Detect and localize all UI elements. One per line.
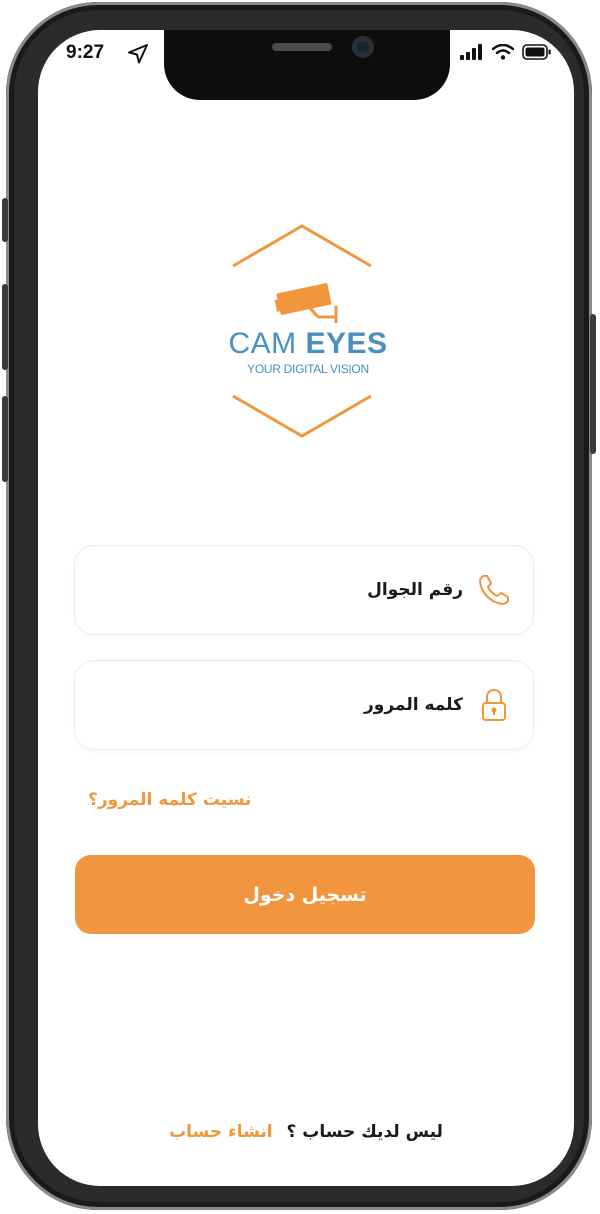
power-button xyxy=(590,314,596,454)
screen: 9:27 CAM EYES YOUR DIGITAL VISION رقم ال… xyxy=(38,30,574,1186)
create-account-link[interactable]: انشاء حساب xyxy=(169,1122,273,1142)
wifi-icon xyxy=(492,44,514,60)
phone-frame: 9:27 CAM EYES YOUR DIGITAL VISION رقم ال… xyxy=(2,2,596,1210)
logo-brand-light: CAM xyxy=(228,327,297,360)
logo-brand: CAM EYES xyxy=(188,328,428,360)
phone-label: رقم الجوال xyxy=(367,580,463,600)
cam-eyes-logo: CAM EYES YOUR DIGITAL VISION xyxy=(188,220,428,450)
forgot-password-link[interactable]: نسيت كلمه المرور؟ xyxy=(88,790,251,810)
volume-up-button xyxy=(2,284,8,370)
logo-brand-bold: EYES xyxy=(305,327,388,360)
speaker-grill xyxy=(272,43,332,51)
signup-question: ليس لديك حساب ؟ xyxy=(286,1122,443,1142)
battery-icon xyxy=(522,44,551,60)
notch xyxy=(164,30,450,100)
mute-switch xyxy=(2,198,8,242)
status-icons xyxy=(460,44,552,60)
logo-tagline: YOUR DIGITAL VISION xyxy=(247,362,369,376)
status-time: 9:27 xyxy=(66,42,105,63)
lock-icon xyxy=(482,688,506,721)
volume-down-button xyxy=(2,396,8,482)
password-label: كلمه المرور xyxy=(364,695,463,715)
phone-icon xyxy=(479,575,509,605)
phone-field[interactable]: رقم الجوال xyxy=(74,545,534,635)
password-field[interactable]: كلمه المرور xyxy=(74,660,534,750)
security-camera-icon xyxy=(274,283,338,323)
front-camera xyxy=(352,36,374,58)
signup-row: ليس لديك حساب ؟ انشاء حساب xyxy=(38,1122,574,1142)
signal-icon xyxy=(460,44,482,60)
login-button[interactable]: تسجيل دخول xyxy=(75,855,535,934)
location-arrow-icon xyxy=(128,44,148,64)
